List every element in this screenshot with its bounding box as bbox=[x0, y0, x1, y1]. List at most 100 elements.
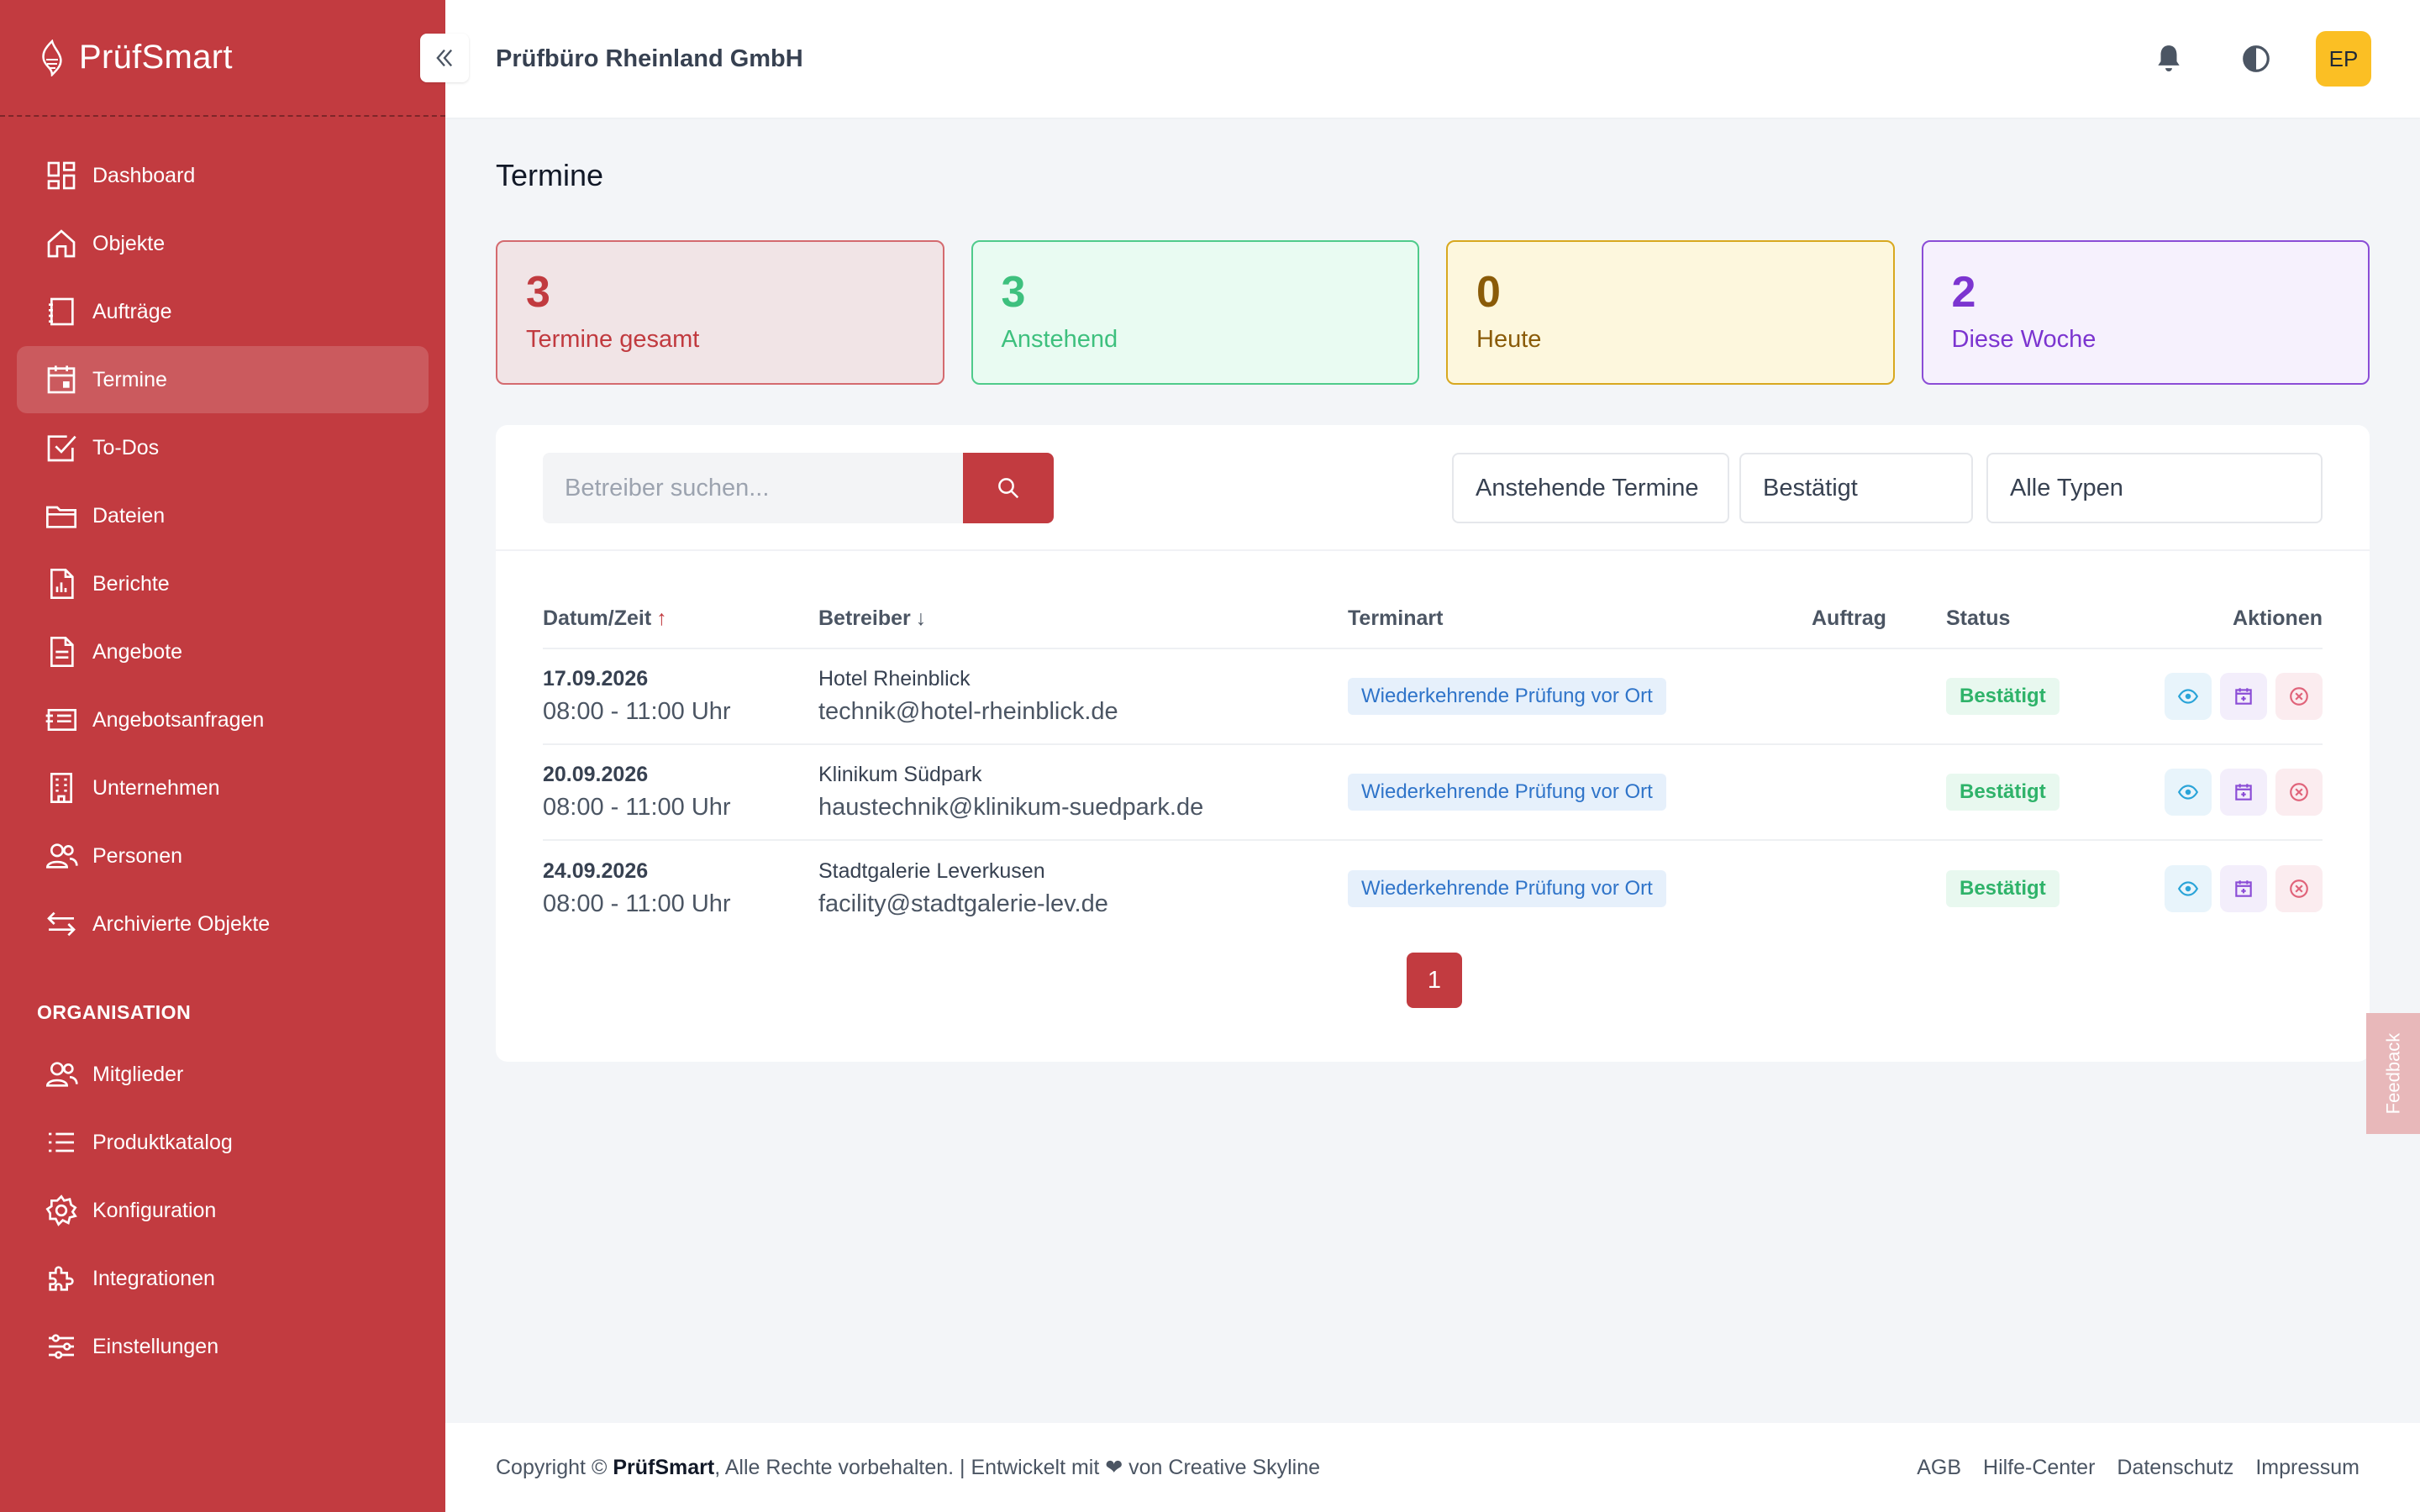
cancel-button[interactable] bbox=[2275, 673, 2323, 720]
theme-toggle-button[interactable] bbox=[2228, 31, 2284, 87]
organization-name: Prüfbüro Rheinland GmbH bbox=[496, 45, 803, 72]
footer-link-agb[interactable]: AGB bbox=[1917, 1456, 1961, 1480]
sidebar-item-einstellungen[interactable]: Einstellungen bbox=[17, 1313, 429, 1380]
search-input[interactable] bbox=[543, 453, 965, 523]
close-circle-icon bbox=[2290, 879, 2308, 898]
status-filter-select[interactable]: Bestätigt bbox=[1739, 453, 1973, 523]
appointments-table: Datum/Zeit ↑ Betreiber ↓ Terminart Auftrag… bbox=[543, 590, 2323, 936]
page-title: Termine bbox=[496, 158, 604, 192]
notifications-button[interactable] bbox=[2141, 31, 2196, 87]
puzzle-icon bbox=[44, 1261, 79, 1296]
row-email: technik@hotel-rheinblick.de bbox=[818, 698, 1118, 725]
row-date: 20.09.2026 bbox=[543, 763, 649, 786]
feedback-tab[interactable]: Feedback bbox=[2366, 1013, 2420, 1134]
type-badge: Wiederkehrende Prüfung vor Ort bbox=[1348, 774, 1666, 811]
row-email: facility@stadtgalerie-lev.de bbox=[818, 890, 1108, 917]
sidebar-item-dateien[interactable]: Dateien bbox=[17, 482, 429, 549]
footer-link-help-center[interactable]: Hilfe-Center bbox=[1983, 1456, 2095, 1480]
clipboard-icon bbox=[44, 294, 79, 329]
column-header-operator[interactable]: Betreiber ↓ bbox=[818, 590, 1348, 649]
column-header-date[interactable]: Datum/Zeit ↑ bbox=[543, 590, 818, 649]
sidebar-item-label: Angebote bbox=[92, 639, 183, 664]
list-icon bbox=[44, 1125, 79, 1160]
report-icon bbox=[44, 566, 79, 601]
pagination-page-button[interactable]: 1 bbox=[1407, 953, 1462, 1008]
sidebar-item-produktkatalog[interactable]: Produktkatalog bbox=[17, 1109, 429, 1176]
stat-value: 3 bbox=[526, 268, 550, 317]
view-button[interactable] bbox=[2165, 673, 2212, 720]
sidebar-item-personen[interactable]: Personen bbox=[17, 822, 429, 890]
sidebar-org-nav: Mitglieder Produktkatalog Konfiguration … bbox=[0, 1041, 445, 1380]
sidebar-item-label: Unternehmen bbox=[92, 775, 220, 800]
avatar[interactable]: EP bbox=[2316, 31, 2371, 87]
sidebar-item-label: Termine bbox=[92, 367, 167, 391]
sidebar-item-konfiguration[interactable]: Konfiguration bbox=[17, 1177, 429, 1244]
table-row: 17.09.2026 08:00 - 11:00 Uhr Hotel Rheinb… bbox=[543, 648, 2323, 745]
row-time: 08:00 - 11:00 Uhr bbox=[543, 794, 731, 821]
stat-value: 0 bbox=[1476, 268, 1501, 317]
sidebar-item-label: Aufträge bbox=[92, 299, 172, 323]
checkbox-icon bbox=[44, 430, 79, 465]
sidebar-item-integrationen[interactable]: Integrationen bbox=[17, 1245, 429, 1312]
dashboard-icon bbox=[44, 158, 79, 193]
cancel-button[interactable] bbox=[2275, 769, 2323, 816]
topbar: Prüfbüro Rheinland GmbH EP bbox=[445, 0, 2420, 118]
stat-label: Anstehend bbox=[1001, 326, 1118, 353]
folder-icon bbox=[44, 498, 79, 533]
close-circle-icon bbox=[2290, 783, 2308, 801]
contrast-icon bbox=[2243, 45, 2270, 72]
status-badge: Bestätigt bbox=[1946, 869, 2060, 907]
sort-asc-icon: ↑ bbox=[656, 606, 667, 630]
sidebar-item-label: Personen bbox=[92, 843, 183, 868]
sidebar-item-angebotsanfragen[interactable]: Angebotsanfragen bbox=[17, 686, 429, 753]
sidebar-item-berichte[interactable]: Berichte bbox=[17, 550, 429, 617]
table-row: 20.09.2026 08:00 - 11:00 Uhr Klinikum Süd… bbox=[543, 744, 2323, 841]
sidebar-item-label: Integrationen bbox=[92, 1266, 215, 1290]
footer-links: AGB Hilfe-Center Datenschutz Impressum bbox=[1917, 1456, 2360, 1480]
type-filter-select[interactable]: Alle Typen bbox=[1986, 453, 2323, 523]
main-content: Termine 3 Termine gesamt 3 Anstehend 0 H… bbox=[496, 118, 2370, 1062]
sidebar-item-termine[interactable]: Termine bbox=[17, 346, 429, 413]
calendar-icon bbox=[2235, 784, 2252, 801]
filter-bar: Anstehende Termine Bestätigt Alle Typen bbox=[496, 425, 2370, 551]
view-button[interactable] bbox=[2165, 864, 2212, 912]
sidebar-item-auftraege[interactable]: Aufträge bbox=[17, 278, 429, 345]
column-header-status: Status bbox=[1946, 590, 2114, 649]
stat-label: Heute bbox=[1476, 326, 1542, 353]
table-row: 24.09.2026 08:00 - 11:00 Uhr Stadtgalerie… bbox=[543, 840, 2323, 936]
search-icon bbox=[998, 478, 1019, 499]
eye-icon bbox=[2177, 785, 2199, 800]
stat-label: Termine gesamt bbox=[526, 326, 700, 353]
footer-link-privacy[interactable]: Datenschutz bbox=[2117, 1456, 2233, 1480]
copyright-prefix: Copyright © bbox=[496, 1455, 608, 1479]
feedback-label: Feedback bbox=[2382, 1032, 2403, 1115]
sidebar-item-unternehmen[interactable]: Unternehmen bbox=[17, 754, 429, 822]
sidebar-item-label: Dashboard bbox=[92, 163, 196, 187]
footer-link-imprint[interactable]: Impressum bbox=[2255, 1456, 2360, 1480]
reschedule-button[interactable] bbox=[2220, 673, 2267, 720]
type-badge: Wiederkehrende Prüfung vor Ort bbox=[1348, 869, 1666, 907]
reschedule-button[interactable] bbox=[2220, 864, 2267, 912]
search-button[interactable] bbox=[963, 453, 1054, 523]
sidebar-item-label: Dateien bbox=[92, 503, 166, 528]
bell-icon bbox=[2158, 45, 2180, 72]
reschedule-button[interactable] bbox=[2220, 769, 2267, 816]
sidebar-item-todos[interactable]: To-Dos bbox=[17, 414, 429, 481]
cancel-button[interactable] bbox=[2275, 864, 2323, 912]
sidebar-item-mitglieder[interactable]: Mitglieder bbox=[17, 1041, 429, 1108]
sidebar-item-objekte[interactable]: Objekte bbox=[17, 210, 429, 277]
arrows-icon bbox=[44, 906, 79, 942]
sort-desc-icon: ↓ bbox=[915, 606, 927, 630]
sidebar-item-archivierte-objekte[interactable]: Archivierte Objekte bbox=[17, 890, 429, 958]
eye-icon bbox=[2177, 689, 2199, 704]
view-button[interactable] bbox=[2165, 769, 2212, 816]
brand-name: PrüfSmart bbox=[79, 39, 233, 76]
stat-value: 2 bbox=[1951, 268, 1976, 317]
collapse-sidebar-button[interactable] bbox=[420, 34, 469, 82]
sidebar-item-dashboard[interactable]: Dashboard bbox=[17, 142, 429, 209]
time-filter-select[interactable]: Anstehende Termine bbox=[1452, 453, 1729, 523]
brand-logo[interactable]: PrüfSmart bbox=[0, 0, 445, 117]
sidebar-item-angebote[interactable]: Angebote bbox=[17, 618, 429, 685]
column-header-order: Auftrag bbox=[1812, 590, 1946, 649]
sidebar-item-label: Berichte bbox=[92, 571, 170, 596]
